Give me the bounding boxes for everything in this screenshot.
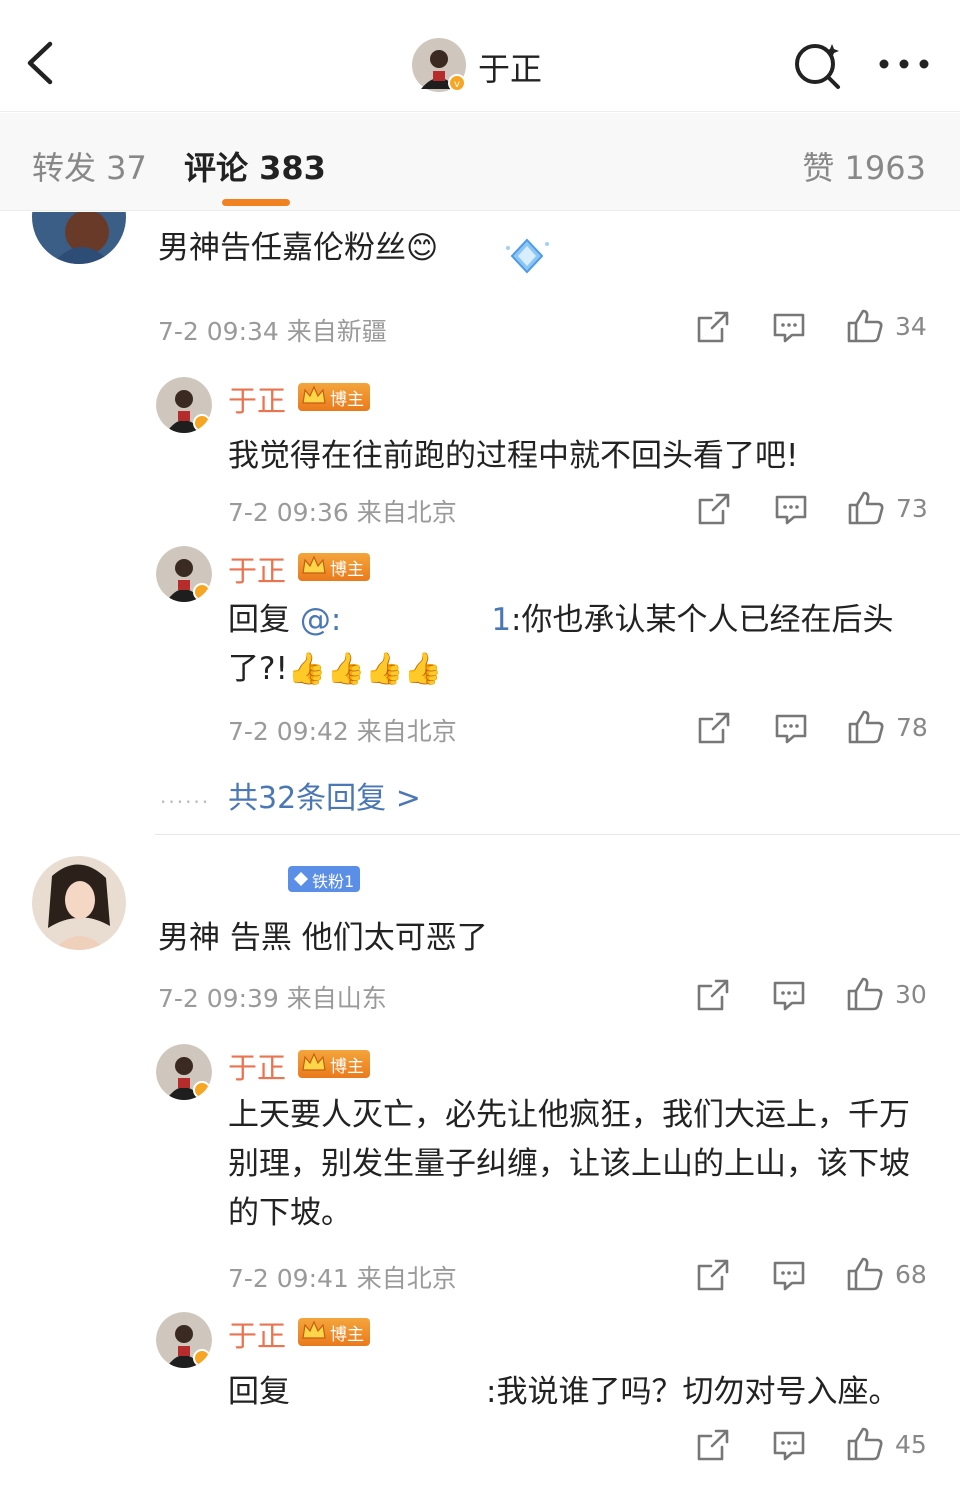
like-thumb-icon[interactable] [846, 976, 884, 1012]
tab-likes[interactable]: 赞 1963 [802, 143, 926, 189]
reply-avatar[interactable] [156, 546, 212, 602]
commenter-avatar[interactable] [32, 856, 126, 950]
like-thumb-icon[interactable] [847, 490, 885, 526]
reply-author-name[interactable]: 于正 [228, 1045, 286, 1087]
reply-avatar[interactable] [156, 1312, 212, 1368]
reply-comment-icon[interactable] [772, 312, 806, 344]
more-replies-dots: ······ [160, 790, 211, 814]
comment-text: 男神告任嘉伦粉丝😊 [158, 230, 439, 266]
top-bar: v 于正 [0, 0, 960, 112]
back-arrow-icon[interactable] [22, 38, 62, 88]
comment-divider [155, 834, 960, 835]
blogger-badge-label: 博主 [330, 1057, 364, 1077]
blogger-badge: 博主 [298, 1050, 370, 1078]
reply-time: 7-2 09:42 来自北京 [228, 717, 457, 746]
crown-icon [302, 1052, 326, 1071]
reply-comment-icon[interactable] [772, 1430, 806, 1462]
reply-comment-icon[interactable] [772, 1260, 806, 1292]
reply-text: 我觉得在往前跑的过程中就不回头看了吧! [228, 438, 799, 474]
fan-badge-label: 铁粉1 [312, 872, 355, 891]
reply-author-name[interactable]: 于正 [228, 1313, 286, 1355]
like-count: 73 [896, 494, 928, 523]
blogger-badge-label: 博主 [330, 1325, 364, 1345]
reply-comment-icon[interactable] [772, 980, 806, 1012]
post-tabs: 转发 37 评论 383 赞 1963 [0, 113, 960, 211]
blogger-badge: 博主 [298, 1318, 370, 1346]
search-icon[interactable] [792, 40, 844, 90]
like-thumb-icon[interactable] [847, 709, 885, 745]
page-title: 于正 [478, 50, 543, 88]
diamond-sticker-icon [506, 238, 549, 274]
like-thumb-icon[interactable] [846, 308, 884, 344]
blogger-badge: 博主 [298, 553, 370, 581]
fan-badge: 铁粉1 [288, 866, 361, 892]
like-count: 68 [895, 1260, 927, 1289]
share-icon[interactable] [696, 1258, 730, 1292]
like-count: 30 [895, 980, 927, 1009]
author-avatar[interactable]: v [411, 37, 467, 93]
share-icon[interactable] [696, 978, 730, 1012]
active-tab-indicator [222, 199, 290, 206]
reply-prefix: 回复 [228, 602, 290, 638]
crown-icon [302, 385, 326, 404]
more-options-icon[interactable] [876, 50, 932, 78]
comment-time: 7-2 09:39 来自山东 [158, 984, 387, 1013]
reply-text: 上天要人灭亡，必先让他疯狂，我们大运上，千万别理，别发生量子纠缠，让该上山的上山… [228, 1097, 910, 1231]
reply-text: 回复 @: 1:你也承认某个人已经在后头了?!👍👍👍👍 [228, 596, 928, 694]
blogger-badge-label: 博主 [330, 390, 364, 410]
reply-avatar[interactable] [156, 1044, 212, 1100]
like-thumb-icon[interactable] [846, 1256, 884, 1292]
share-icon[interactable] [697, 711, 731, 745]
share-icon[interactable] [696, 310, 730, 344]
crown-icon [302, 555, 326, 574]
like-thumb-icon[interactable] [846, 1426, 884, 1462]
reply-author-name[interactable]: 于正 [228, 548, 286, 590]
reply-author-name[interactable]: 于正 [228, 378, 286, 420]
comment-text: 男神 告黑 他们太可恶了 [158, 920, 488, 956]
share-icon[interactable] [697, 492, 731, 526]
mention-link[interactable]: @: [300, 602, 341, 638]
reply-comment-icon[interactable] [774, 713, 808, 745]
tab-comments[interactable]: 评论 383 [184, 143, 326, 189]
reply-prefix: 回复 [228, 1374, 290, 1410]
reply-avatar[interactable] [156, 377, 212, 433]
share-icon[interactable] [696, 1428, 730, 1462]
crown-icon [302, 1320, 326, 1339]
blogger-badge: 博主 [298, 383, 370, 411]
comment-time: 7-2 09:34 来自新疆 [158, 317, 387, 346]
like-count: 78 [896, 713, 928, 742]
reply-time: 7-2 09:41 来自北京 [228, 1264, 457, 1293]
mention-link-tail[interactable]: 1 [491, 602, 511, 638]
tab-forward[interactable]: 转发 37 [32, 143, 147, 189]
reply-time: 7-2 09:36 来自北京 [228, 498, 457, 527]
reply-comment-icon[interactable] [774, 494, 808, 526]
view-all-replies-link[interactable]: 共32条回复 > [228, 773, 421, 817]
like-count: 45 [895, 1430, 927, 1459]
reply-body: :我说谁了吗？切勿对号入座。 [486, 1374, 900, 1410]
diamond-icon [294, 872, 308, 886]
like-count: 34 [895, 312, 927, 341]
blogger-badge-label: 博主 [330, 560, 364, 580]
svg-text:v: v [454, 79, 460, 90]
